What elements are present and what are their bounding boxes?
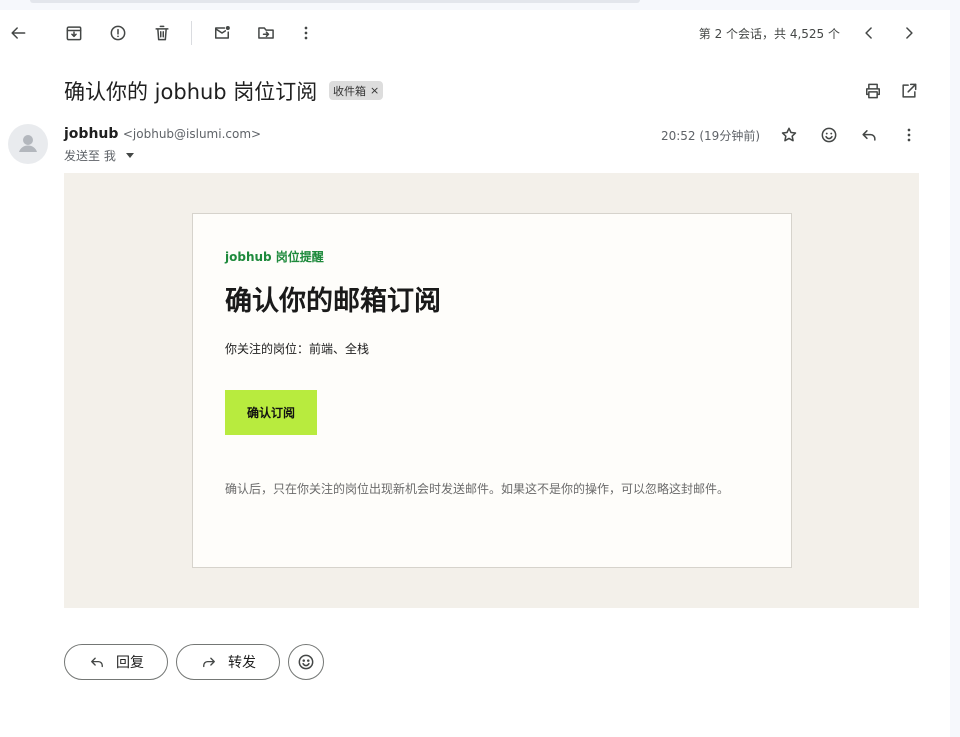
sender-line: jobhub <jobhub@islumi.com>	[64, 126, 261, 142]
report-spam-icon	[110, 25, 126, 41]
followed-jobs-line: 你关注的岗位：前端、全栈	[225, 342, 370, 356]
right-edge	[950, 10, 960, 737]
sender-name[interactable]: jobhub	[64, 126, 118, 142]
reply-icon-button[interactable]	[853, 119, 885, 151]
chevron-left-icon	[865, 27, 872, 39]
star-icon	[781, 127, 797, 142]
archive-button[interactable]	[58, 17, 90, 49]
delete-button[interactable]	[146, 17, 178, 49]
delete-icon	[155, 25, 169, 41]
label-text: 收件箱	[333, 84, 366, 98]
more-actions-button[interactable]	[290, 17, 322, 49]
reply-label: 回复	[116, 655, 144, 671]
avatar	[8, 124, 48, 164]
email-kicker: jobhub 岗位提醒	[225, 250, 324, 264]
inbox-label-chip: 收件箱 ×	[329, 81, 384, 100]
emoji-reaction-button[interactable]	[288, 644, 324, 680]
report-spam-button[interactable]	[102, 17, 134, 49]
forward-icon	[203, 657, 215, 668]
email-footnote: 确认后，只在你关注的岗位出现新机会时发送邮件。如果这不是你的操作，可以忽略这封邮…	[225, 482, 730, 496]
back-button[interactable]	[2, 17, 34, 49]
open-in-new-window-icon	[902, 83, 917, 98]
reply-icon	[91, 657, 103, 668]
default-avatar-icon	[19, 135, 37, 152]
reply-button[interactable]: 回复	[64, 644, 168, 680]
add-reaction-button[interactable]	[813, 119, 845, 151]
mark-unread-button[interactable]	[206, 17, 238, 49]
print-button[interactable]	[857, 75, 889, 107]
email-content-card: jobhub 岗位提醒 确认你的邮箱订阅 你关注的岗位：前端、全栈 确认订阅 确…	[192, 213, 792, 568]
email-headline: 确认你的邮箱订阅	[225, 286, 441, 317]
emoji-icon	[298, 654, 314, 670]
move-to-icon	[258, 27, 274, 39]
more-vert-icon	[304, 26, 308, 40]
loading-bar	[30, 0, 640, 3]
email-subject: 确认你的 jobhub 岗位订阅	[64, 80, 318, 104]
star-button[interactable]	[773, 119, 805, 151]
message-time: 20:52 (19分钟前)	[660, 129, 760, 143]
move-to-button[interactable]	[250, 17, 282, 49]
older-conversation-button[interactable]	[893, 17, 925, 49]
chevron-down-icon[interactable]	[125, 153, 134, 158]
remove-label-button[interactable]: ×	[370, 84, 379, 97]
archive-icon	[66, 26, 82, 41]
mark-unread-icon	[215, 26, 230, 39]
newer-conversation-button[interactable]	[853, 17, 885, 49]
back-arrow-icon	[11, 27, 26, 39]
toolbar-divider	[191, 21, 192, 45]
confirm-subscription-button[interactable]: 确认订阅	[225, 390, 317, 435]
reply-icon	[862, 130, 876, 141]
recipient-line[interactable]: 发送至 我	[64, 147, 134, 164]
more-vert-icon	[907, 128, 911, 142]
print-icon	[866, 83, 880, 99]
top-strip	[0, 0, 960, 10]
message-more-button[interactable]	[893, 119, 925, 151]
conversation-counter: 第 2 个会话，共 4,525 个	[698, 27, 840, 41]
chevron-right-icon	[906, 27, 913, 39]
recipient-text: 发送至 我	[64, 149, 116, 163]
sender-email: <jobhub@islumi.com>	[122, 127, 262, 141]
forward-button[interactable]: 转发	[176, 644, 280, 680]
emoji-icon	[821, 127, 837, 143]
forward-label: 转发	[228, 655, 256, 671]
open-new-window-button[interactable]	[893, 75, 925, 107]
